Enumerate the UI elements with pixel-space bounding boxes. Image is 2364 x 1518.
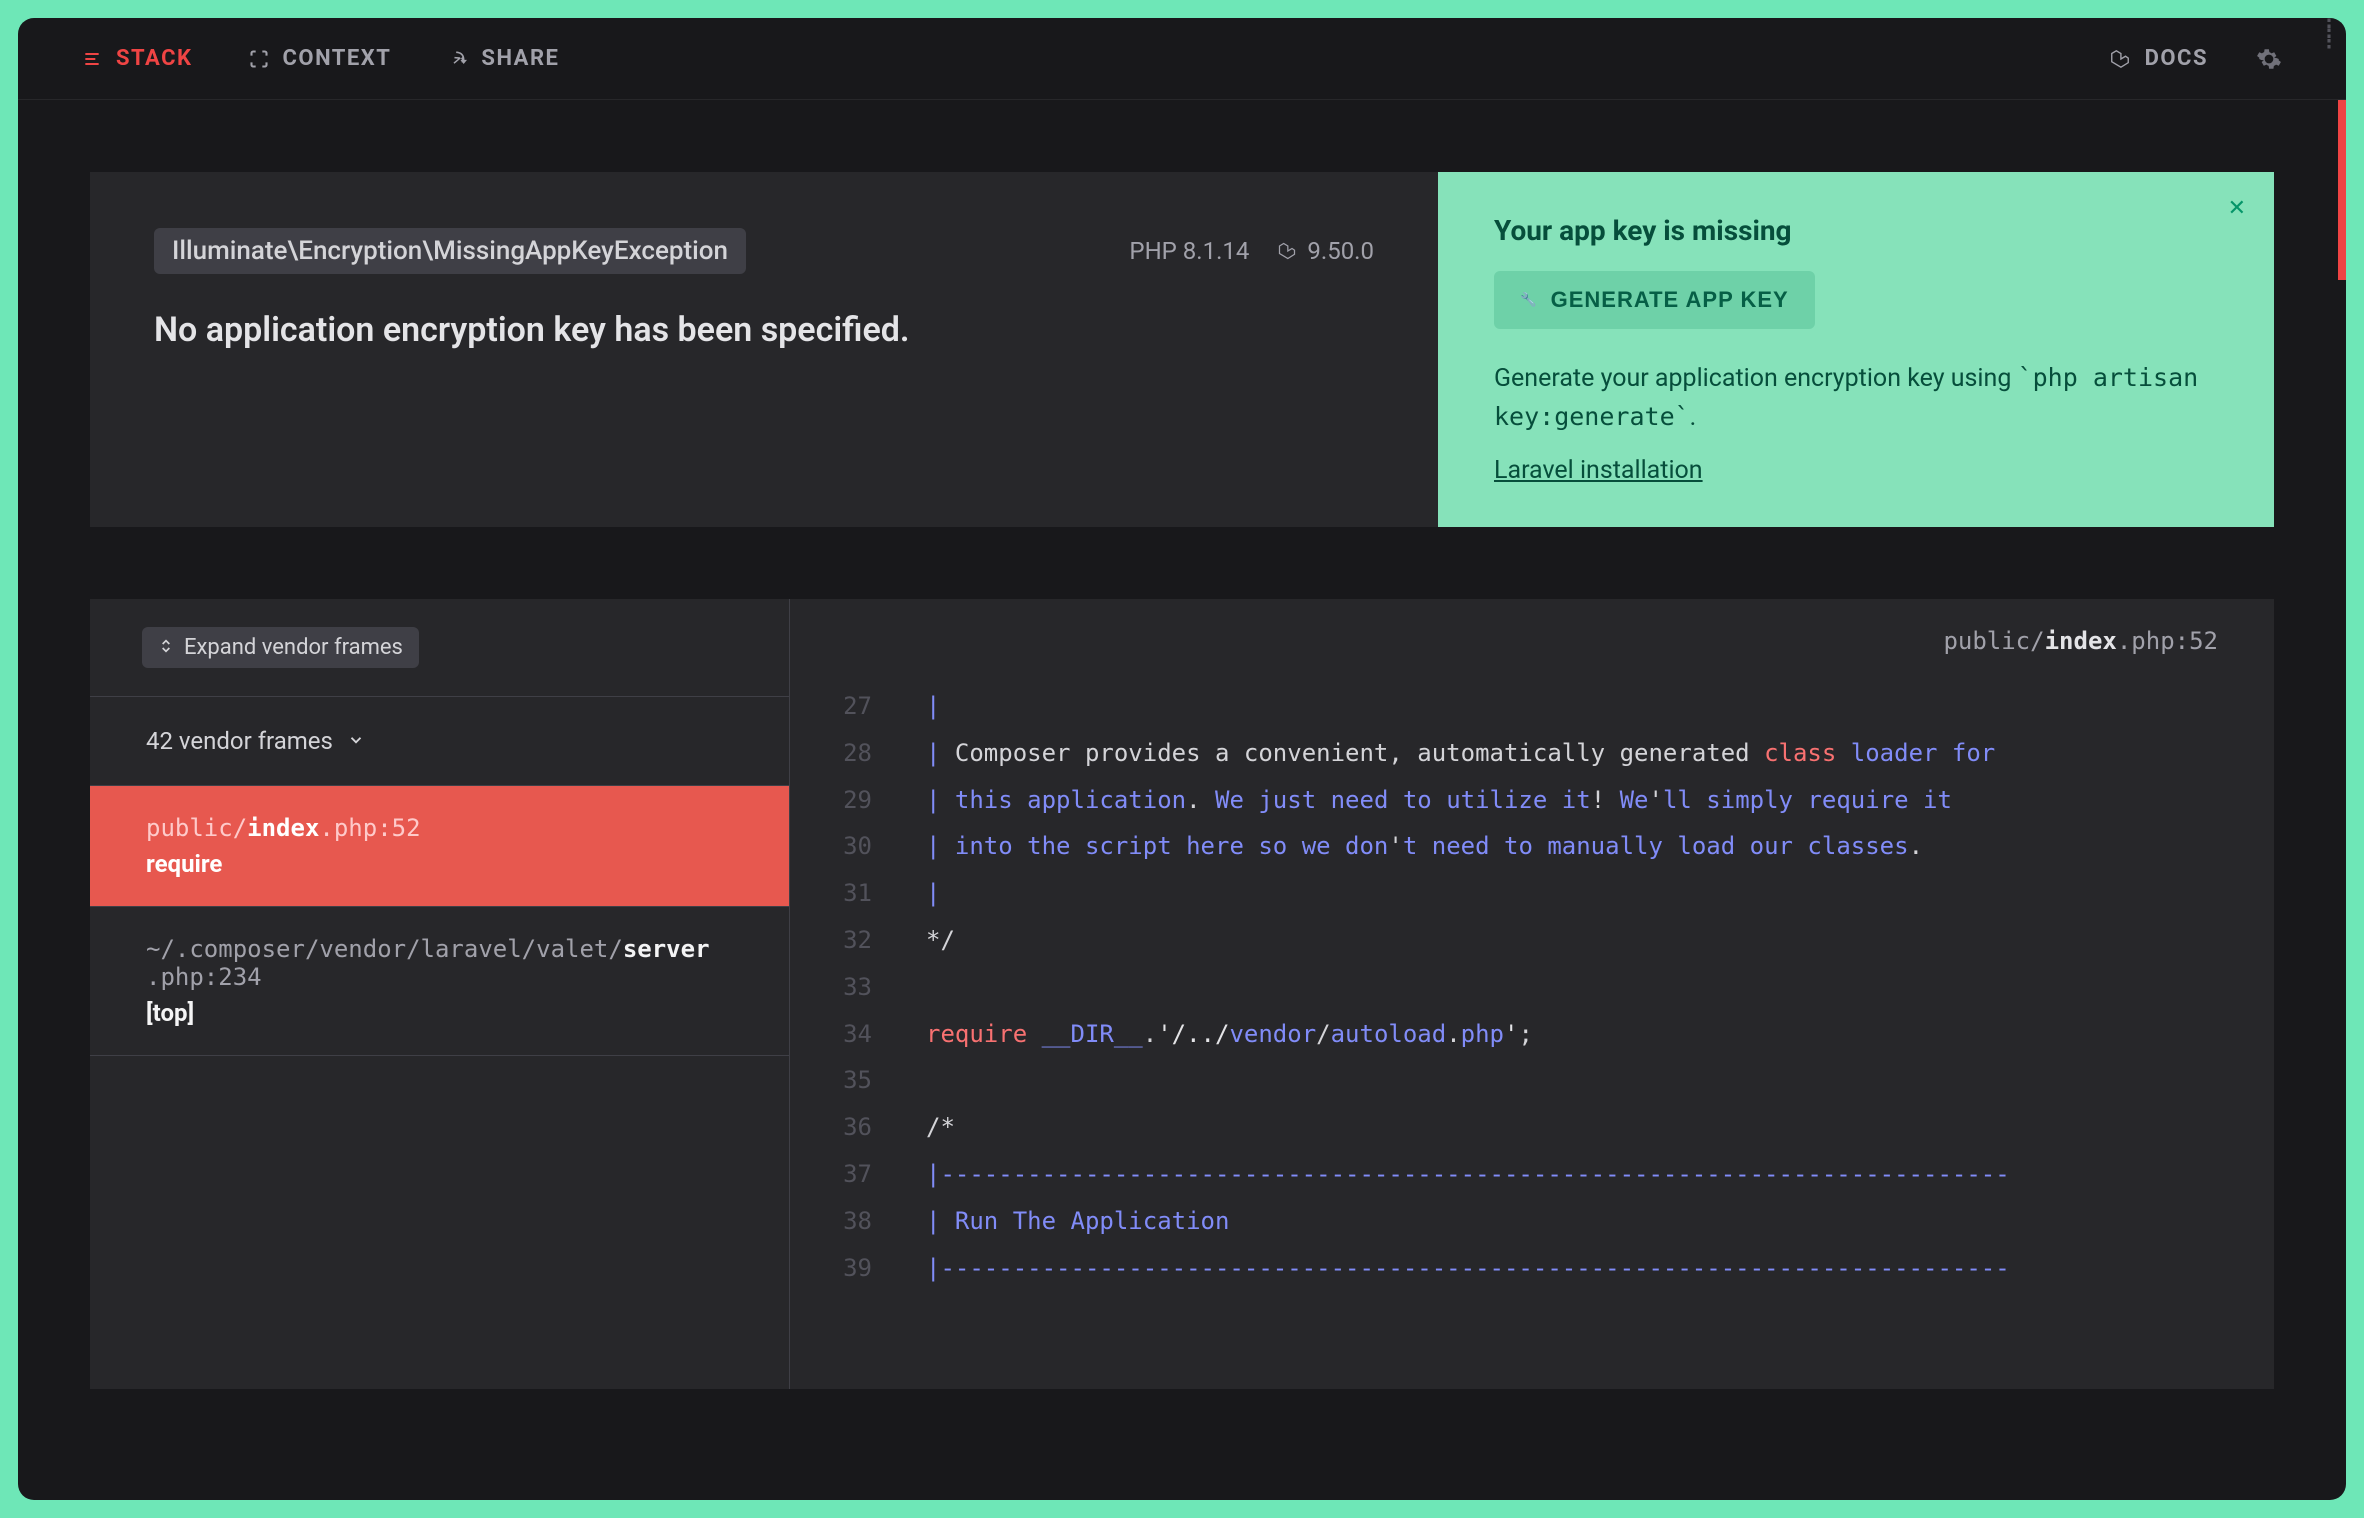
stack-trace-panel: Expand vendor frames 42 vendor frames pu… — [90, 599, 2274, 1389]
scroll-indicator[interactable] — [2338, 100, 2346, 280]
solution-text: Generate your application encryption key… — [1494, 359, 2218, 436]
code-line: 32*/ — [818, 917, 2274, 964]
settings-button[interactable] — [2256, 46, 2282, 72]
window-handle-dots: ⋮⋮ — [2314, 26, 2340, 38]
code-line: 31| — [818, 870, 2274, 917]
code-line: 27| — [818, 683, 2274, 730]
framework-version: 9.50.0 — [1277, 237, 1374, 265]
docs-label: DOCS — [2145, 46, 2208, 71]
code-line: 34require __DIR__.'/../vendor/autoload.p… — [818, 1011, 2274, 1058]
stack-frame[interactable]: ~/.composer/vendor/laravel/valet/server.… — [90, 907, 789, 1056]
code-line: 38| Run The Application — [818, 1198, 2274, 1245]
error-window: ⋮⋮ STACK CONTEXT SHARE DOCS — [18, 18, 2346, 1500]
generate-button-label: GENERATE APP KEY — [1551, 287, 1789, 313]
chevron-down-icon — [347, 727, 365, 755]
code-line: 30| into the script here so we don't nee… — [818, 823, 2274, 870]
solution-panel: ✕ Your app key is missing 🔧 GENERATE APP… — [1438, 172, 2274, 527]
solution-link[interactable]: Laravel installation — [1494, 456, 1703, 485]
code-line: 36/* — [818, 1104, 2274, 1151]
tab-share-label: SHARE — [481, 46, 559, 71]
code-line: 28| Composer provides a convenient, auto… — [818, 730, 2274, 777]
frames-column: Expand vendor frames 42 vendor frames pu… — [90, 599, 790, 1389]
vendor-frames-toggle[interactable]: 42 vendor frames — [90, 697, 789, 786]
exception-card: Illuminate\Encryption\MissingAppKeyExcep… — [90, 172, 2274, 527]
generate-app-key-button[interactable]: 🔧 GENERATE APP KEY — [1494, 271, 1815, 329]
code-column: public/index.php:52 27|28| Composer prov… — [790, 599, 2274, 1389]
share-icon — [447, 49, 467, 69]
code-body: 27|28| Composer provides a convenient, a… — [790, 683, 2274, 1291]
context-icon — [249, 49, 269, 69]
wrench-icon: 🔧 — [1520, 292, 1537, 308]
expand-vendor-frames-button[interactable]: Expand vendor frames — [142, 627, 419, 668]
code-file-path: public/index.php:52 — [790, 599, 2274, 683]
code-line: 35 — [818, 1057, 2274, 1104]
code-line: 37|-------------------------------------… — [818, 1151, 2274, 1198]
code-line: 39|-------------------------------------… — [818, 1245, 2274, 1292]
docs-link[interactable]: DOCS — [2109, 46, 2208, 71]
tab-context-label: CONTEXT — [283, 46, 392, 71]
tab-stack-label: STACK — [116, 46, 193, 71]
exception-message: No application encryption key has been s… — [154, 310, 1374, 350]
expand-icon — [158, 635, 174, 660]
solution-title: Your app key is missing — [1494, 214, 2218, 247]
code-line: 33 — [818, 964, 2274, 1011]
code-line: 29| this application. We just need to ut… — [818, 777, 2274, 824]
laravel-icon — [2109, 48, 2131, 70]
php-version: PHP 8.1.14 — [1129, 237, 1249, 265]
stack-frame-selected[interactable]: public/index.php:52 require — [90, 786, 789, 907]
tab-bar: STACK CONTEXT SHARE DOCS — [18, 18, 2346, 100]
close-icon[interactable]: ✕ — [2228, 196, 2246, 221]
tab-share[interactable]: SHARE — [447, 46, 559, 71]
exception-class: Illuminate\Encryption\MissingAppKeyExcep… — [154, 228, 746, 274]
tab-stack[interactable]: STACK — [82, 46, 193, 71]
stack-icon — [82, 49, 102, 69]
tab-context[interactable]: CONTEXT — [249, 46, 392, 71]
